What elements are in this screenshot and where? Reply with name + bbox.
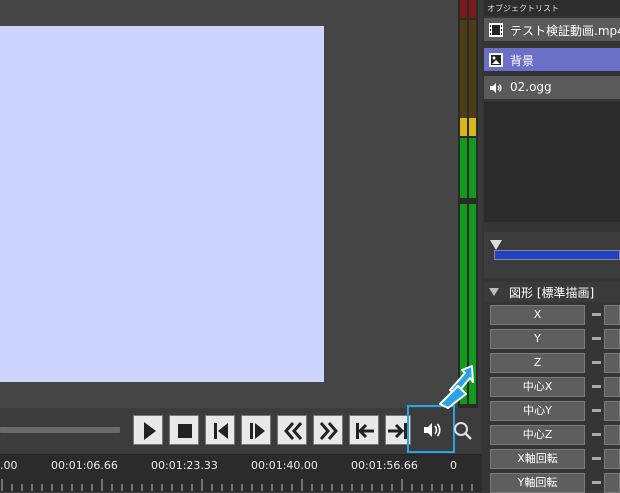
property-divider (592, 361, 601, 364)
prev-frame-button[interactable] (205, 415, 235, 445)
property-y-rotation-value[interactable] (604, 473, 620, 493)
property-divider (592, 313, 601, 316)
stop-icon (178, 424, 192, 438)
property-divider (592, 481, 601, 484)
timeline-time-label: 00:01:06.66 (51, 459, 118, 472)
property-z-value[interactable] (604, 353, 620, 373)
property-y-value[interactable] (604, 329, 620, 349)
property-divider (592, 385, 601, 388)
level-meter-right-channel (469, 0, 476, 408)
property-center-y-value[interactable] (604, 401, 620, 421)
slider-thumb[interactable] (490, 240, 502, 250)
film-icon (489, 23, 503, 37)
step-back-icon (214, 423, 228, 439)
timeline-time-label: .00 (0, 459, 18, 472)
stop-button[interactable] (169, 415, 199, 445)
rewind-icon (284, 422, 303, 440)
step-forward-icon (250, 423, 265, 439)
property-center-z-value[interactable] (604, 425, 620, 445)
property-center-z-button[interactable]: 中心Z (490, 425, 585, 445)
speaker-icon (490, 83, 502, 93)
property-center-x-value[interactable] (604, 377, 620, 397)
play-button[interactable] (133, 415, 163, 445)
object-list-item-label: 02.ogg (510, 80, 552, 94)
pointer-arrow-icon (439, 365, 474, 409)
object-list-item[interactable]: テスト検証動画.mp4 (484, 18, 620, 42)
timeline-time-label: 00:01:40.00 (251, 459, 318, 472)
level-meter-left-channel (460, 0, 467, 408)
next-frame-button[interactable] (241, 415, 271, 445)
object-list-item[interactable]: 02.ogg (484, 76, 620, 100)
property-center-y-button[interactable]: 中心Y (490, 401, 585, 421)
object-list-item-selected[interactable]: 背景 (484, 48, 620, 72)
property-divider (592, 409, 601, 412)
audio-level-meter (458, 0, 478, 408)
object-list-item-label: テスト検証動画.mp4 (510, 24, 620, 38)
timeline-ticks (1, 479, 473, 491)
object-list-empty-area (484, 102, 620, 222)
property-divider (592, 457, 601, 460)
mute-button-highlight (407, 405, 455, 453)
property-center-x-button[interactable]: 中心X (490, 377, 585, 397)
timeline-time-label: 0 (450, 459, 457, 472)
collapse-chevron-icon[interactable] (489, 288, 499, 296)
property-x-rotation-button[interactable]: X軸回転 (490, 449, 585, 469)
property-x-button[interactable]: X (490, 305, 585, 325)
go-to-start-button[interactable] (349, 415, 379, 445)
fast-forward-icon (319, 422, 338, 440)
timeline-time-label: 00:01:23.33 (151, 459, 218, 472)
properties-title: 図形 [標準描画] (509, 286, 595, 300)
property-x-value[interactable] (604, 305, 620, 325)
property-divider (592, 433, 601, 436)
object-list-title: オブジェクトリスト (487, 4, 559, 13)
property-y-button[interactable]: Y (490, 329, 585, 349)
property-z-button[interactable]: Z (490, 353, 585, 373)
property-divider (592, 337, 601, 340)
play-icon (144, 422, 156, 440)
object-list-item-label: 背景 (510, 54, 535, 68)
property-x-rotation-value[interactable] (604, 449, 620, 469)
preview-canvas[interactable] (0, 26, 324, 382)
image-icon (489, 53, 503, 67)
timeline-time-label: 00:01:56.66 (351, 459, 418, 472)
slider-track[interactable] (494, 250, 620, 260)
seek-bar[interactable] (0, 427, 120, 433)
rewind-button[interactable] (277, 415, 307, 445)
property-y-rotation-button[interactable]: Y軸回転 (490, 473, 585, 493)
skip-start-icon (356, 423, 374, 439)
fast-forward-button[interactable] (313, 415, 343, 445)
zoom-icon[interactable] (452, 420, 474, 442)
